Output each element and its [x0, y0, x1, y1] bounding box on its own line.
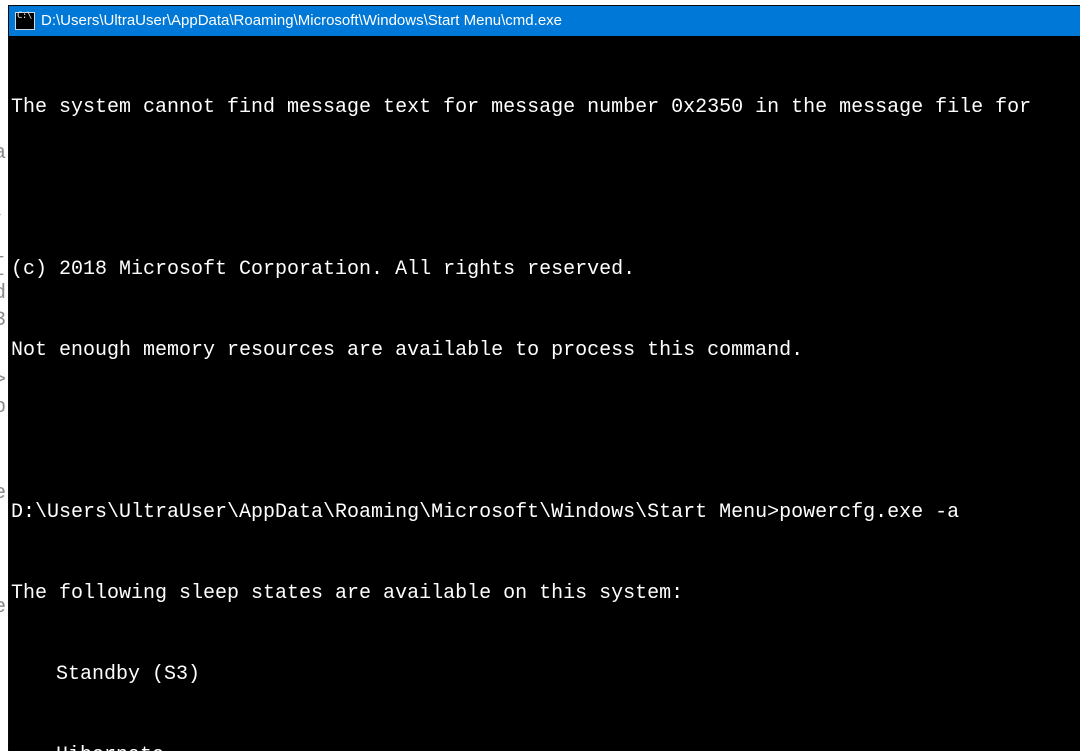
terminal-output[interactable]: The system cannot find message text for …: [9, 36, 1080, 751]
titlebar[interactable]: D:\Users\UltraUser\AppData\Roaming\Micro…: [9, 6, 1080, 36]
background-window-edge: a , [ d 3 > p e e: [0, 0, 9, 751]
output-line: Standby (S3): [9, 661, 1080, 688]
gutter-frag: [: [0, 253, 6, 280]
gutter-frag: p: [0, 394, 6, 421]
cmd-icon: [15, 12, 35, 30]
cmd-window: D:\Users\UltraUser\AppData\Roaming\Micro…: [9, 6, 1080, 751]
gutter-frag: a: [0, 140, 6, 167]
gutter-frag: >: [0, 367, 6, 394]
output-line: The following sleep states are available…: [9, 580, 1080, 607]
output-line: Hibernate: [9, 742, 1080, 751]
output-line: (c) 2018 Microsoft Corporation. All righ…: [9, 256, 1080, 283]
output-line: Not enough memory resources are availabl…: [9, 337, 1080, 364]
gutter-frag: e: [0, 480, 6, 507]
gutter-frag: 3: [0, 307, 6, 334]
output-line: [9, 418, 1080, 445]
gutter-frag: e: [0, 594, 6, 621]
output-line: The system cannot find message text for …: [9, 94, 1080, 121]
gutter-frag: ,: [0, 199, 6, 226]
gutter-frag: d: [0, 280, 6, 307]
prompt-line: D:\Users\UltraUser\AppData\Roaming\Micro…: [9, 499, 1080, 526]
output-line: [9, 175, 1080, 202]
window-title: D:\Users\UltraUser\AppData\Roaming\Micro…: [41, 6, 562, 36]
